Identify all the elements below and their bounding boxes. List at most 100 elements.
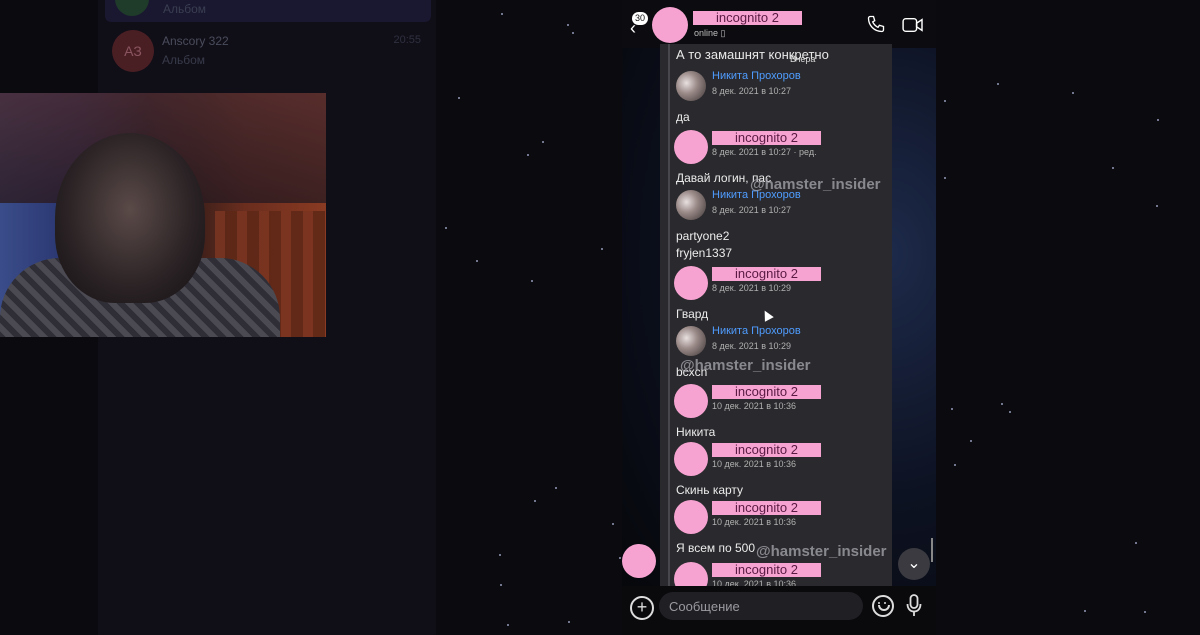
star	[501, 13, 504, 16]
star	[533, 499, 536, 502]
message-line: да	[676, 110, 690, 124]
message-line: Я всем по 500	[676, 541, 756, 555]
message-thread[interactable]: А то замашнят конкретно Вчера Никита Про…	[660, 44, 892, 586]
avatar[interactable]	[674, 562, 708, 586]
chat-list-item[interactable]: АЗ Anscory 322 20:55 Альбом	[105, 28, 431, 74]
star	[1009, 411, 1012, 414]
emoji-icon[interactable]	[872, 595, 894, 617]
avatar[interactable]	[674, 500, 708, 534]
avatar[interactable]	[676, 190, 706, 220]
message-timestamp: 8 дек. 2021 в 10:29	[712, 283, 792, 293]
avatar[interactable]	[676, 326, 706, 356]
avatar[interactable]	[674, 442, 708, 476]
avatar[interactable]	[674, 384, 708, 418]
contact-name[interactable]: incognito 2	[693, 11, 802, 25]
message-header: Никита Прохоров 8 дек. 2021 в 10:29	[674, 324, 892, 358]
message-text: да	[676, 109, 690, 126]
thread-line	[668, 44, 670, 586]
star	[950, 407, 953, 410]
message-line: Гвард	[676, 307, 709, 321]
message-header: incognito 2 10 дек. 2021 в 10:36	[674, 500, 892, 534]
video-call-icon[interactable]	[902, 16, 924, 34]
message-header: incognito 2 8 дек. 2021 в 10:29	[674, 266, 892, 300]
message-timestamp: 10 дек. 2021 в 10:36	[712, 579, 797, 586]
sender-name[interactable]: incognito 2	[712, 563, 821, 577]
star	[507, 624, 510, 627]
avatar[interactable]	[676, 71, 706, 101]
star	[1072, 91, 1075, 94]
star	[943, 99, 946, 102]
microphone-icon[interactable]	[906, 594, 922, 618]
message-text: Гвард	[676, 306, 708, 323]
message-text: Скинь карту	[676, 482, 743, 499]
message-header: incognito 2 10 дек. 2021 в 10:36	[674, 442, 892, 476]
star	[445, 226, 448, 229]
message-input[interactable]	[659, 592, 863, 620]
sender-name[interactable]: incognito 2	[712, 501, 821, 515]
star	[555, 486, 558, 489]
webcam-person	[55, 133, 205, 303]
message-line: Скинь карту	[676, 483, 744, 497]
chat-name: Anscory 322	[162, 34, 229, 48]
star	[618, 556, 621, 559]
star	[1135, 542, 1138, 545]
avatar[interactable]	[652, 7, 688, 43]
attach-plus-icon[interactable]: +	[630, 596, 654, 620]
avatar: АЗ	[112, 30, 154, 72]
message-timestamp: 10 дек. 2021 в 10:36	[712, 401, 797, 411]
contact-status: online ▯	[694, 28, 726, 38]
star	[567, 620, 570, 623]
star	[499, 583, 502, 586]
message-header: Никита Прохоров 8 дек. 2021 в 10:27	[674, 188, 892, 222]
message-header: incognito 2 10 дек. 2021 в 10:36	[674, 384, 892, 418]
star	[475, 259, 478, 262]
chat-list-item-selected[interactable]: Альбом	[105, 0, 431, 22]
star	[526, 153, 529, 156]
message-timestamp: 8 дек. 2021 в 10:27 · ред.	[712, 147, 817, 157]
message-text: Никита	[676, 424, 715, 441]
star	[954, 464, 957, 467]
sender-name[interactable]: Никита Прохоров	[712, 325, 801, 337]
message-header: incognito 2 8 дек. 2021 в 10:27 · ред.	[674, 130, 892, 164]
unread-badge: 30	[632, 12, 649, 25]
message-timestamp: 8 дек. 2021 в 10:29	[712, 341, 792, 351]
star	[530, 279, 533, 282]
message-header: Никита Прохоров 8 дек. 2021 в 10:27	[674, 69, 892, 103]
message-timestamp: 8 дек. 2021 в 10:27	[712, 205, 792, 215]
watermark: @hamster_insider	[756, 543, 887, 560]
star	[458, 97, 461, 100]
watermark: @hamster_insider	[680, 357, 811, 374]
sender-name[interactable]: incognito 2	[712, 385, 821, 399]
star	[566, 23, 569, 26]
avatar	[622, 544, 656, 578]
sender-name[interactable]: incognito 2	[712, 131, 821, 145]
sender-name[interactable]: incognito 2	[712, 267, 821, 281]
star	[498, 553, 501, 556]
scroll-down-button[interactable]: ⌄	[898, 548, 930, 580]
star	[542, 141, 544, 144]
chat-time: 20:55	[393, 34, 421, 46]
sender-name[interactable]: Никита Прохоров	[712, 70, 801, 82]
star	[1144, 611, 1147, 614]
scrollbar[interactable]	[931, 538, 933, 562]
composer-bar: +	[622, 586, 936, 635]
chat-subtitle: Альбом	[162, 53, 206, 67]
message-header: incognito 2 10 дек. 2021 в 10:36	[674, 562, 892, 586]
star	[612, 523, 615, 526]
date-pill: Вчера	[790, 54, 816, 64]
message-line: Никита	[676, 425, 716, 439]
star	[572, 31, 575, 34]
message-text: Я всем по 500	[676, 540, 755, 557]
star	[1000, 403, 1003, 406]
watermark: @hamster_insider	[750, 176, 881, 193]
webcam-overlay	[0, 93, 326, 337]
star	[1156, 119, 1159, 122]
message-line: fryjen1337	[676, 246, 733, 260]
avatar[interactable]	[674, 130, 708, 164]
avatar[interactable]	[674, 266, 708, 300]
star	[601, 247, 604, 250]
message-text: partyone2 fryjen1337	[676, 228, 732, 262]
sender-name[interactable]: incognito 2	[712, 443, 821, 457]
star	[943, 176, 946, 179]
phone-call-icon[interactable]	[866, 14, 886, 34]
